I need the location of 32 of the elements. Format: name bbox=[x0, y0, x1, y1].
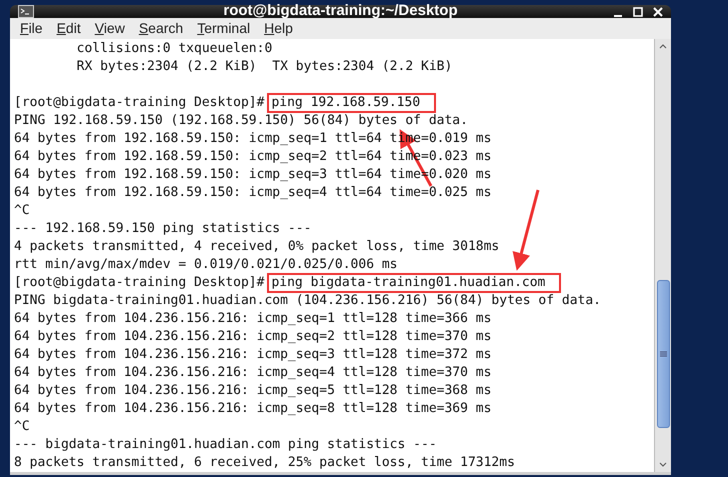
terminal-line: ^C bbox=[14, 418, 30, 436]
shell-prompt: [root@bigdata-training Desktop]# bbox=[14, 274, 264, 292]
terminal-line: 64 bytes from 104.236.156.216: icmp_seq=8 ttl=128 time=369 ms bbox=[14, 400, 492, 418]
terminal-line: 64 bytes from 192.168.59.150: icmp_seq=4 ttl=64 time=0.025 ms bbox=[14, 184, 492, 202]
scrollbar[interactable] bbox=[654, 39, 671, 472]
terminal-line: 64 bytes from 104.236.156.216: icmp_seq=5 ttl=128 time=368 ms bbox=[14, 382, 492, 400]
terminal-line: PING 192.168.59.150 (192.168.59.150) 56(84) bytes of data. bbox=[14, 112, 468, 130]
menu-item[interactable]: File bbox=[18, 18, 45, 39]
menu-item[interactable]: Edit bbox=[54, 18, 83, 39]
terminal-line: 64 bytes from 104.236.156.216: icmp_seq=2 ttl=128 time=370 ms bbox=[14, 328, 492, 346]
terminal-line: collisions:0 txqueuelen:0 bbox=[76, 40, 272, 58]
terminal-line: RX bytes:2304 (2.2 KiB) TX bytes:2304 (2.2 KiB) bbox=[76, 58, 452, 76]
terminal-line: 8 packets transmitted, 6 received, 25% packet loss, time 17312ms bbox=[14, 454, 515, 472]
terminal-line: --- bigdata-training01.huadian.com ping statistics --- bbox=[14, 436, 437, 454]
terminal-line: PING bigdata-training01.huadian.com (104.236.156.216) 56(84) bytes of data. bbox=[14, 292, 601, 310]
menu-item[interactable]: Search bbox=[136, 18, 186, 39]
command-text: ping bigdata-training01.huadian.com bbox=[269, 275, 560, 291]
close-icon[interactable] bbox=[653, 6, 663, 16]
terminal-line: --- 192.168.59.150 ping statistics --- bbox=[14, 220, 312, 238]
terminal-icon bbox=[18, 5, 34, 18]
command-text: ping 192.168.59.150 bbox=[269, 95, 434, 111]
terminal-line: 64 bytes from 104.236.156.216: icmp_seq=3 ttl=128 time=372 ms bbox=[14, 346, 492, 364]
shell-prompt: [root@bigdata-training Desktop]# bbox=[14, 94, 264, 112]
terminal-line: ^C bbox=[14, 202, 30, 220]
terminal-line: 4 packets transmitted, 4 received, 0% packet loss, time 3018ms bbox=[14, 238, 500, 256]
terminal-line: 64 bytes from 104.236.156.216: icmp_seq=4 ttl=128 time=370 ms bbox=[14, 364, 492, 382]
scrollbar-thumb[interactable] bbox=[656, 280, 670, 428]
grip-icon bbox=[660, 351, 666, 357]
menu-item[interactable]: View bbox=[92, 18, 127, 39]
terminal-line: 64 bytes from 104.236.156.216: icmp_seq=1 ttl=128 time=366 ms bbox=[14, 310, 492, 328]
maximize-icon[interactable] bbox=[633, 6, 643, 16]
terminal-line: rtt min/avg/max/mdev = 0.019/0.021/0.025/0.006 ms bbox=[14, 256, 398, 274]
